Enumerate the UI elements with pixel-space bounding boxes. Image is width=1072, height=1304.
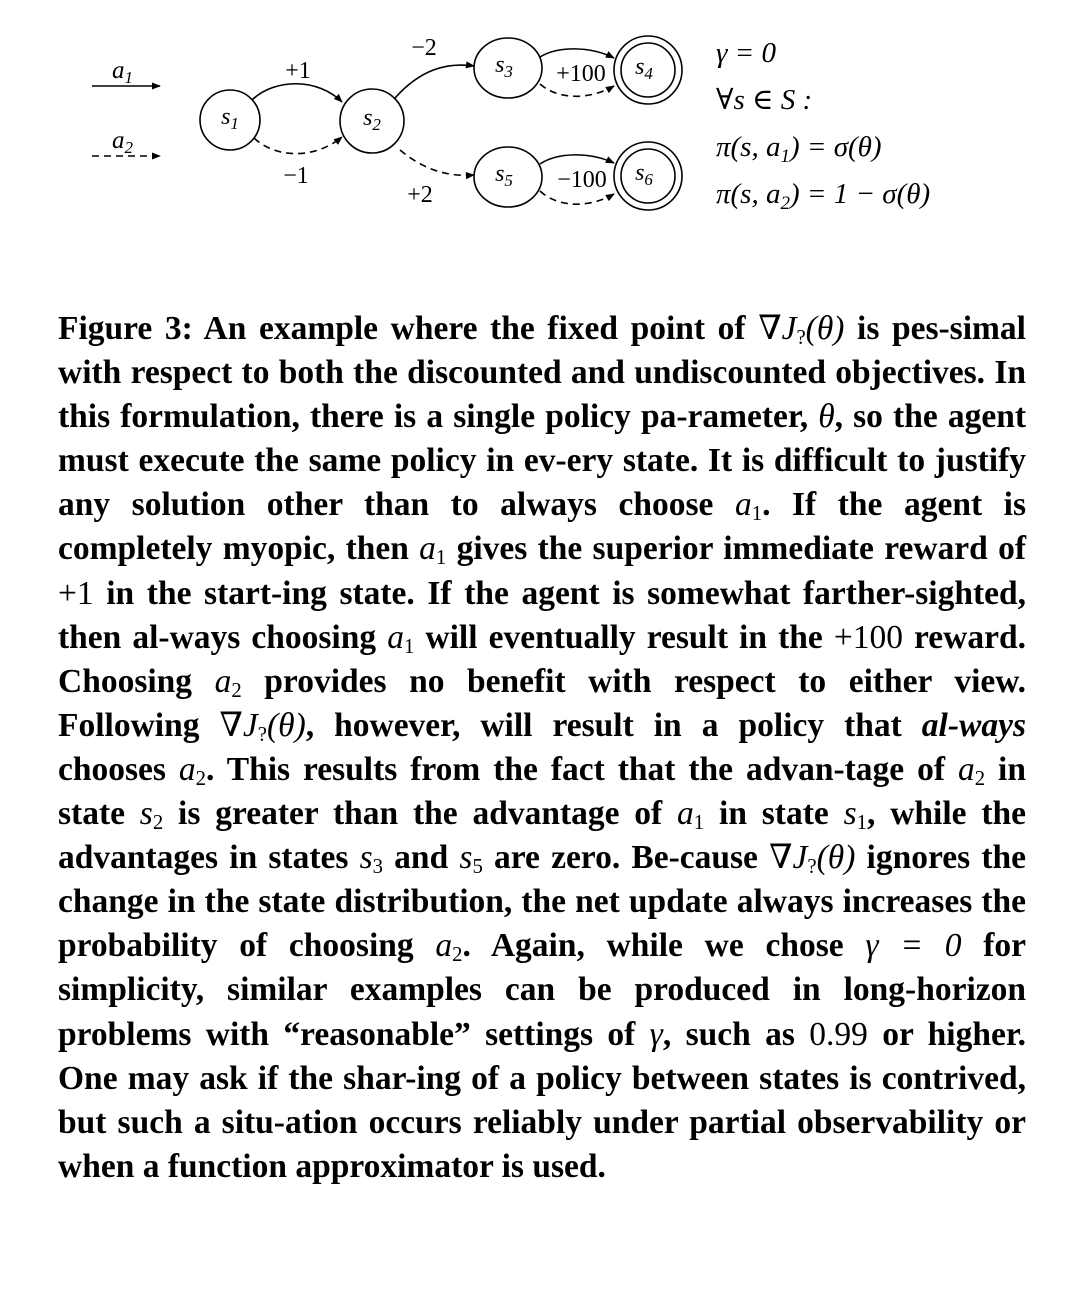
edge-s2-s3-a1 — [394, 61, 475, 99]
svg-text:s4: s4 — [635, 54, 653, 83]
edge-s3-s4-a1 — [539, 48, 615, 59]
reward-s5: −100 — [557, 167, 607, 193]
svg-text:s5: s5 — [495, 161, 513, 190]
svg-text:s2: s2 — [363, 105, 381, 134]
mdp-figure: a1 a2 s1 s2 +1 −1 s3 s5 −2 +2 s4 s6 +100… — [92, 35, 930, 214]
reward-s2-a1: −2 — [411, 35, 437, 61]
reward-s3: +100 — [556, 61, 606, 87]
edge-s5-s6-a1 — [539, 154, 615, 165]
eq-policy-a1: π(s, a1) = σ(θ) — [716, 131, 882, 167]
state-s5: s5 — [473, 146, 543, 208]
reward-s2-a2: +2 — [407, 182, 433, 208]
svg-text:s3: s3 — [495, 52, 513, 81]
state-s3: s3 — [473, 37, 543, 99]
legend-a1: a1 — [92, 57, 161, 90]
edge-s2-s5-a2 — [399, 149, 475, 180]
caption-label: Figure 3: — [58, 310, 193, 347]
state-s4: s4 — [613, 35, 683, 105]
svg-text:s6: s6 — [635, 160, 653, 189]
grad-expression: ∇J?(θ) — [758, 310, 845, 350]
eq-policy-a2: π(s, a2) = 1 − σ(θ) — [716, 178, 930, 214]
eq-gamma: γ = 0 — [716, 37, 776, 69]
state-s2: s2 — [339, 88, 405, 154]
figure-caption: Figure 3: An example where the fixed poi… — [58, 310, 1027, 1185]
reward-s1-a2: −1 — [283, 163, 309, 189]
edge-s1-s2-a1 — [251, 83, 343, 103]
state-s6: s6 — [613, 141, 683, 211]
legend-a2: a2 — [92, 127, 161, 160]
edge-s1-s2-a2 — [253, 136, 343, 155]
reward-s1-a1: +1 — [285, 58, 311, 84]
svg-text:a1: a1 — [112, 57, 133, 87]
state-s1: s1 — [199, 89, 261, 151]
eq-forall: ∀s ∈ S : — [716, 84, 812, 116]
svg-text:a2: a2 — [112, 127, 134, 157]
svg-text:s1: s1 — [221, 104, 239, 133]
